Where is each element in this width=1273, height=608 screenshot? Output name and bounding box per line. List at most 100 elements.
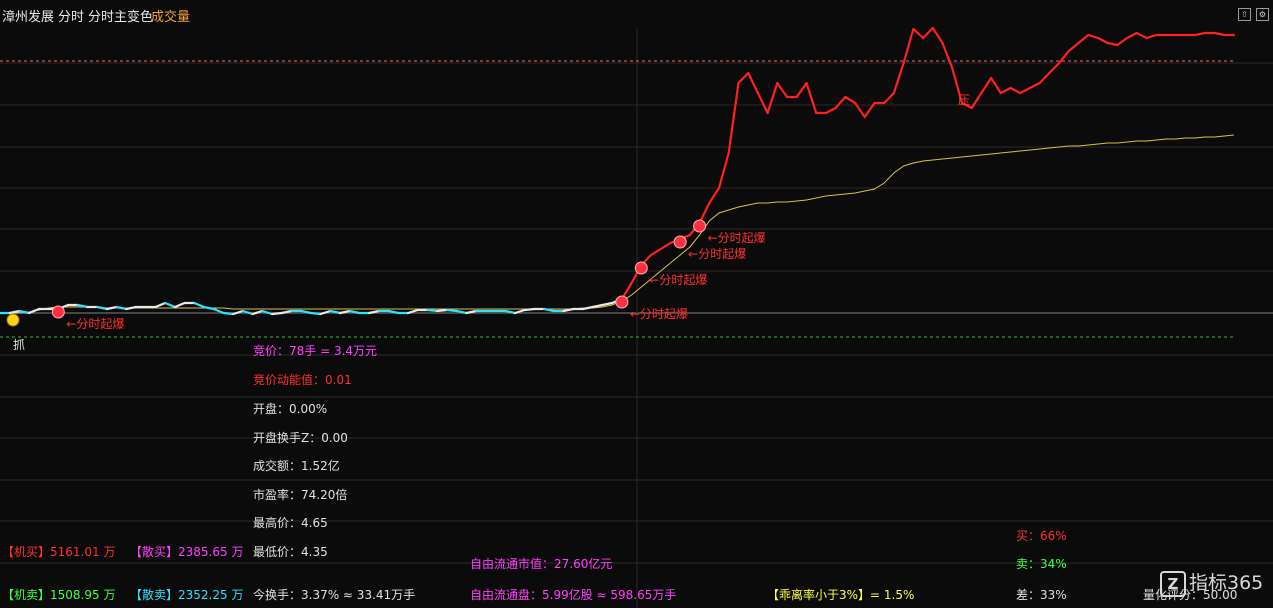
diff-ratio: 差：33% <box>1016 588 1067 602</box>
price-segment <box>747 71 760 95</box>
burst-signal: ←分时起爆 <box>693 219 766 245</box>
free-float-mv: 自由流通市值：27.60亿元 <box>470 557 613 571</box>
burst-icon <box>615 295 629 309</box>
price-segment <box>105 305 118 311</box>
expand-icon[interactable]: ⇧ <box>1238 8 1251 21</box>
settings-icon[interactable]: ⚙ <box>1256 8 1269 21</box>
chart-header: 漳州发展 分时 分时主变色 成交量 ⇧ ⚙ <box>0 0 1273 28</box>
price-segment <box>756 91 769 115</box>
intraday-chart: ←分时起爆 ←分时起爆 ←分时起爆 ←分时起爆 ←分时起爆 抓 压 <box>0 26 1273 608</box>
price-segment <box>921 26 934 40</box>
price-segment <box>271 311 283 316</box>
price-segment <box>1125 31 1138 40</box>
pe-ratio: 市盈率：74.20倍 <box>253 488 348 502</box>
high-price: 最高价：4.65 <box>253 516 328 530</box>
auction-momentum: 竞价动能值：0.01 <box>253 373 352 387</box>
logo-mark: Z <box>1160 571 1186 597</box>
price-segment <box>1009 86 1022 95</box>
burst-signal: ←分时起爆 <box>51 305 124 331</box>
burst-icon <box>634 261 648 275</box>
smiley-icon <box>6 313 20 327</box>
turnover-amount: 成交额：1.52亿 <box>253 459 340 473</box>
open-pct: 开盘：0.00% <box>253 402 328 416</box>
price-segment <box>708 186 721 205</box>
burst-label: ←分时起爆 <box>649 273 707 287</box>
price-segment <box>1028 81 1041 90</box>
price-segment <box>883 91 896 105</box>
price-segment <box>1213 31 1226 37</box>
burst-label: ←分时起爆 <box>66 317 124 331</box>
price-segment <box>1135 31 1148 40</box>
logo-text: 指标365 <box>1189 572 1264 594</box>
price-segment <box>1019 86 1032 95</box>
price-segment <box>1096 36 1109 45</box>
free-float-shares: 自由流通盘：5.99亿股 ≈ 598.65万手 <box>470 588 677 602</box>
mode-label[interactable]: 分时 <box>58 6 84 25</box>
price-segment <box>659 241 672 251</box>
price-segment <box>426 308 439 313</box>
price-segment <box>309 311 322 316</box>
price-segment <box>222 311 235 316</box>
price-segment <box>601 301 614 307</box>
burst-icon <box>693 219 707 233</box>
price-segment <box>766 81 779 115</box>
price-segment <box>115 305 128 311</box>
price-segment <box>581 305 594 311</box>
price-segment <box>737 71 750 85</box>
avg-price-line <box>0 134 1235 314</box>
sell-ratio: 卖：34% <box>1016 557 1067 571</box>
price-segment <box>776 81 789 99</box>
inst-buy: 【机买】5161.01 万 <box>2 545 116 559</box>
price-segment <box>892 61 905 95</box>
price-segment <box>1087 33 1100 40</box>
price-segment <box>1038 71 1051 85</box>
signal-markers: ←分时起爆 ←分时起爆 ←分时起爆 ←分时起爆 ←分时起爆 <box>51 219 766 331</box>
price-segment <box>727 81 740 155</box>
pressure-label: 压 <box>958 93 970 107</box>
price-segment <box>931 26 944 45</box>
price-segment <box>989 76 1002 95</box>
deviation-rate: 【乖离率小于3%】= 1.5% <box>767 588 915 602</box>
price-segment <box>805 81 818 115</box>
price-segment <box>436 308 449 313</box>
price-segment <box>1106 41 1119 47</box>
brand-logo: Z 指标365 <box>1160 568 1263 597</box>
burst-label: ←分时起爆 <box>688 247 746 261</box>
price-segment <box>154 301 167 309</box>
low-price: 最低价：4.35 <box>253 545 328 559</box>
price-segment <box>1145 33 1158 40</box>
today-turnover: 今换手：3.37% ≈ 33.41万手 <box>253 588 416 602</box>
price-segment <box>164 301 176 309</box>
price-segment <box>717 151 730 190</box>
retail-buy: 【散买】2385.65 万 <box>130 545 244 559</box>
burst-icon <box>673 235 687 249</box>
burst-signal: ←分时起爆 <box>615 295 688 321</box>
indicator-label[interactable]: 分时主变色 <box>88 6 153 25</box>
burst-label: ←分时起爆 <box>630 307 688 321</box>
price-segment <box>1048 61 1061 75</box>
burst-icon <box>51 305 65 319</box>
price-segment <box>844 95 857 105</box>
price-segment <box>1067 41 1080 53</box>
price-segment <box>902 27 915 65</box>
price-segment <box>795 81 808 99</box>
inst-sell: 【机卖】1508.95 万 <box>2 588 116 602</box>
price-segment <box>1116 36 1129 47</box>
price-segment <box>941 41 954 70</box>
price-segment <box>970 91 983 110</box>
volume-label[interactable]: 成交量 <box>151 6 190 25</box>
grab-label: 抓 <box>13 338 25 352</box>
price-segment <box>834 95 847 110</box>
price-segment <box>202 305 215 311</box>
buy-ratio: 买：66% <box>1016 529 1067 543</box>
avg-line-path <box>0 134 1235 314</box>
stock-name[interactable]: 漳州发展 <box>2 6 54 25</box>
price-segment <box>1077 33 1090 45</box>
price-segment <box>649 247 662 257</box>
price-segment <box>96 305 109 311</box>
price-segment <box>523 307 536 312</box>
price-segment <box>173 301 186 309</box>
open-turnover: 开盘换手Z：0.00 <box>253 431 348 445</box>
price-segment <box>999 86 1012 95</box>
retail-sell: 【散卖】2352.25 万 <box>130 588 244 602</box>
